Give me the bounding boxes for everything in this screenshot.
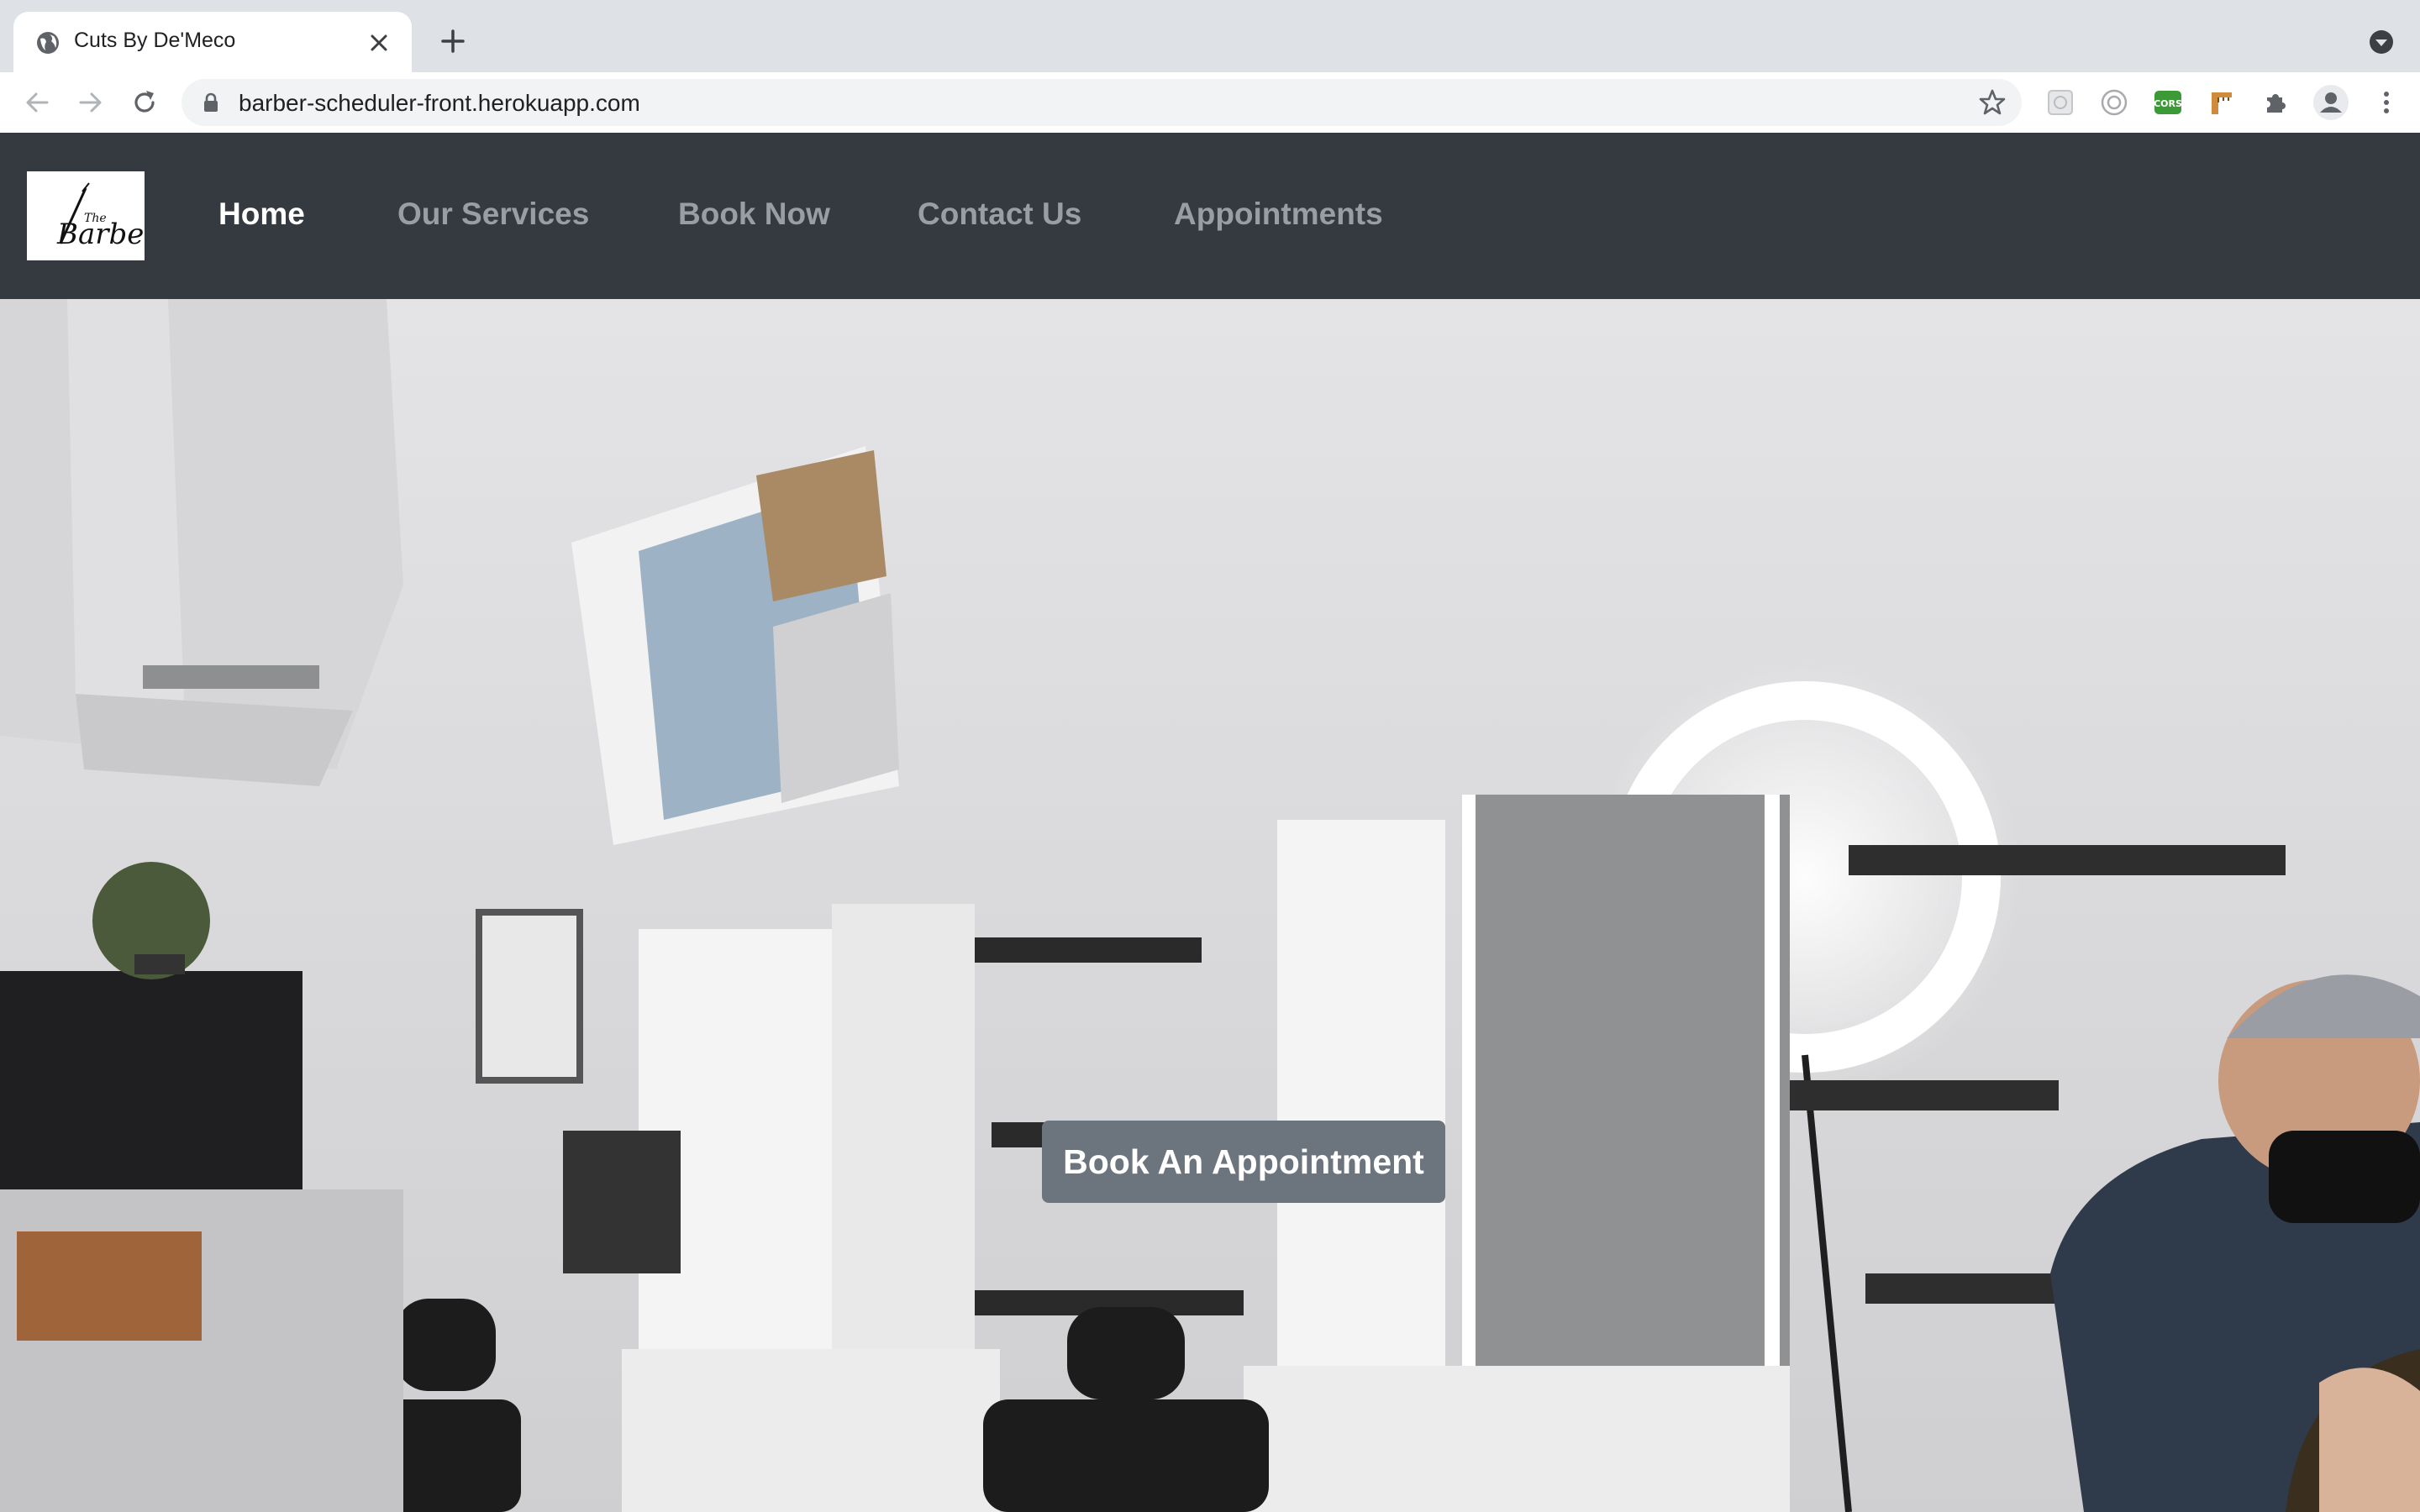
barber-logo-image: The Barber — [56, 182, 145, 251]
svg-text:CORS: CORS — [2154, 98, 2182, 109]
close-icon[interactable] — [370, 34, 388, 52]
hero-section: Book An Appointment — [0, 299, 2420, 1512]
nav-appointments[interactable]: Appointments — [1174, 197, 1383, 232]
kebab-menu-icon[interactable] — [2371, 87, 2402, 118]
book-appointment-button[interactable]: Book An Appointment — [1042, 1121, 1445, 1203]
extensions-puzzle-icon[interactable] — [2260, 87, 2291, 118]
tab-title: Cuts By De'Meco — [74, 29, 236, 52]
eye-extension-icon[interactable] — [2099, 87, 2129, 118]
tab-search-icon[interactable] — [2368, 29, 2395, 55]
lock-icon[interactable] — [202, 92, 220, 113]
puzzle-extension-icon[interactable] — [2045, 87, 2075, 118]
svg-text:Barber: Barber — [56, 218, 145, 251]
barber-logo[interactable]: The Barber — [27, 171, 145, 260]
browser-tabstrip: Cuts By De'Meco — [0, 0, 2420, 72]
browser-tab[interactable]: Cuts By De'Meco — [13, 12, 412, 72]
site-navbar: The Barber Home Our Services Book Now Co… — [0, 133, 2420, 299]
profile-avatar-icon[interactable] — [2312, 84, 2349, 121]
address-bar[interactable]: barber-scheduler-front.herokuapp.com — [182, 79, 2022, 126]
bookmark-star-icon[interactable] — [1978, 88, 2007, 117]
cors-extension-icon[interactable]: CORS — [2153, 87, 2183, 118]
reload-icon[interactable] — [129, 87, 160, 118]
new-tab-icon[interactable] — [439, 27, 467, 55]
forward-icon[interactable] — [76, 87, 106, 118]
nav-contact-us[interactable]: Contact Us — [918, 197, 1081, 232]
barbershop-hero-image — [0, 299, 2420, 1512]
ruler-extension-icon[interactable] — [2207, 87, 2237, 118]
nav-home[interactable]: Home — [218, 197, 305, 232]
globe-icon — [37, 32, 59, 54]
nav-our-services[interactable]: Our Services — [397, 197, 589, 232]
url-text[interactable]: barber-scheduler-front.herokuapp.com — [239, 90, 640, 117]
browser-toolbar: barber-scheduler-front.herokuapp.com COR… — [0, 72, 2420, 134]
back-icon[interactable] — [22, 87, 52, 118]
nav-book-now[interactable]: Book Now — [678, 197, 830, 232]
